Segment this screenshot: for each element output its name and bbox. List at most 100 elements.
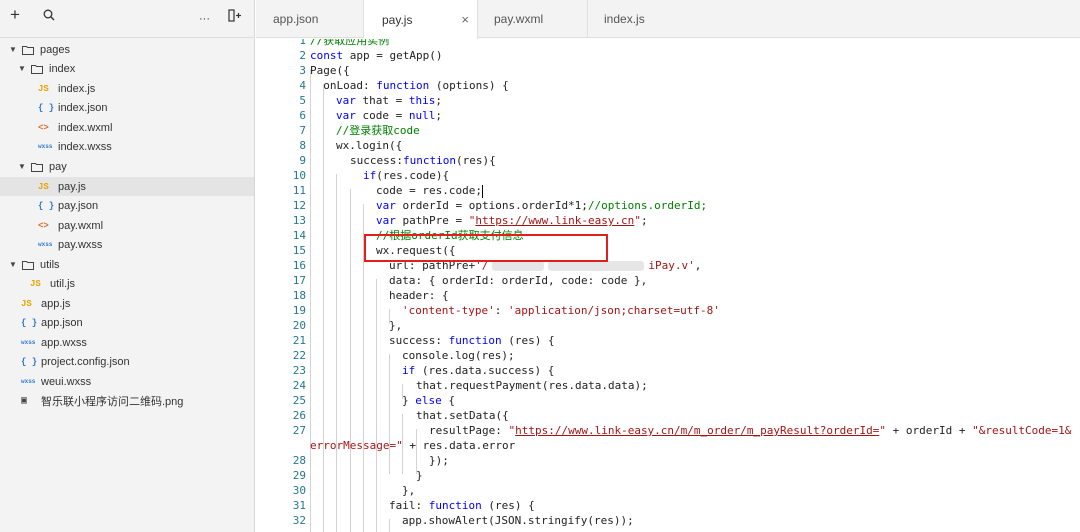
tree-file-pay-js[interactable]: JS pay.js [0,177,254,196]
tab-label: app.json [273,12,319,26]
code-token: code = [355,109,409,122]
tree-folder-utils[interactable]: ▼ utils [0,255,254,274]
tree-item-label: 智乐联小程序访问二维码.png [41,395,184,408]
code-token: ; [435,109,442,122]
code-token: header: { [389,289,449,302]
code-area[interactable]: //获取应用实例 const app = getApp() Page({ onL… [310,39,1080,532]
code-token: : [494,304,508,317]
tree-file-pay-wxss[interactable]: wxss pay.wxss [0,235,254,254]
close-icon[interactable]: × [461,12,469,27]
js-file-icon: JS [30,278,41,289]
tree-folder-pages[interactable]: ▼ pages [0,40,254,59]
code-token: //登录获取code [336,124,420,137]
code-line: success:function(res){ [350,153,496,168]
tree-file-util-js[interactable]: JS util.js [0,274,254,293]
folder-open-icon [22,260,34,270]
explorer-toolbar: + ··· [0,0,255,38]
tree-file-index-wxml[interactable]: <> index.wxml [0,118,254,137]
tree-file-index-js[interactable]: JS index.js [0,79,254,98]
tree-folder-pay[interactable]: ▼ pay [0,157,254,176]
tree-item-label: pay.json [58,199,99,212]
code-token: } [402,394,416,407]
tab-app-json[interactable]: app.json [256,0,364,38]
tree-file-qrcode-png[interactable]: ▣ 智乐联小程序访问二维码.png [0,391,254,410]
tab-pay-js[interactable]: pay.js × [364,0,478,39]
code-token: (res.code){ [376,169,450,182]
expand-arrow-icon[interactable]: ▼ [9,260,17,269]
tree-file-project-config-json[interactable]: { } project.config.json [0,352,254,371]
tree-file-weui-wxss[interactable]: wxss weui.wxss [0,372,254,391]
line-number: 26 [292,409,306,422]
code-token: var [336,94,356,107]
code-token: console.log(res); [402,349,515,362]
code-line: console.log(res); [402,348,515,363]
code-line: if (res.data.success) { [402,363,554,378]
code-line: } else { [402,393,455,408]
code-line: 'content-type': 'application/json;charse… [402,303,720,318]
code-line: onLoad: function (options) { [310,78,508,93]
line-number: 10 [292,169,306,182]
code-token: function [376,79,430,92]
line-number: 19 [292,304,306,317]
code-token: "&resultCode=1& [972,424,1072,437]
tab-pay-wxml[interactable]: pay.wxml [478,0,588,38]
line-number: 4 [299,79,306,92]
code-line: success: function (res) { [389,333,555,348]
code-token: " [634,214,641,227]
line-number: 12 [292,199,306,212]
code-token: //options.orderId; [587,199,708,212]
split-panel-icon[interactable] [228,8,242,26]
code-line-wrap: errorMessage=" + res.data.error [310,438,515,453]
search-icon[interactable] [43,7,55,25]
tree-file-index-json[interactable]: { } index.json [0,98,254,117]
tree-file-index-wxss[interactable]: wxss index.wxss [0,137,254,156]
code-token: + res.data.error [402,439,516,452]
tree-file-app-wxss[interactable]: wxss app.wxss [0,333,254,352]
code-line: }, [402,483,415,498]
code-token: app.showAlert(JSON.stringify(res)); [402,514,634,527]
code-line: var orderId = options.orderId*1;//option… [376,198,707,213]
tree-folder-index[interactable]: ▼ index [0,59,254,78]
tab-index-js[interactable]: index.js [588,0,698,38]
tree-item-label: app.json [41,316,83,329]
code-token: function [428,499,482,512]
code-token: }); [429,454,449,467]
code-token: + orderId + [885,424,973,437]
tree-file-app-json[interactable]: { } app.json [0,313,254,332]
annotation-highlight-box [364,234,608,262]
split-panel-glyph [228,9,241,22]
code-link[interactable]: https://www.link-easy.cn [475,214,634,227]
tree-item-label: index [49,62,76,75]
tab-label: pay.js [382,12,413,27]
tree-item-label: app.js [41,297,71,310]
code-token: that.requestPayment(res.data.data); [416,379,648,392]
line-number: 31 [292,499,306,512]
tree-file-pay-json[interactable]: { } pay.json [0,196,254,215]
code-token: app = getApp() [343,49,443,62]
code-token: orderId = options.orderId*1; [395,199,588,212]
line-number: 21 [292,334,306,347]
line-number: 20 [292,319,306,332]
code-token: { [441,394,455,407]
code-editor[interactable]: 1 2 3 4 5 6 7 8 9 10 11 12 13 14 15 16 17 18 19 20 21 22 23 24 2… [256,39,1080,532]
indent-guide [350,189,351,532]
add-file-icon[interactable]: + [10,6,20,24]
line-number: 7 [299,124,306,137]
code-token: code = res.code; [376,184,482,197]
editor-tab-bar: app.json pay.js × pay.wxml index.js [256,0,1080,39]
line-number: 23 [292,364,306,377]
tree-file-app-js[interactable]: JS app.js [0,294,254,313]
code-link[interactable]: https://www.link-easy.cn/m/m_order/m_pay… [515,424,879,437]
line-number: 5 [299,94,306,107]
wxss-file-icon: wxss [21,378,36,385]
expand-arrow-icon[interactable]: ▼ [18,162,26,171]
line-number: 17 [292,274,306,287]
tree-file-pay-wxml[interactable]: <> pay.wxml [0,216,254,235]
folder-open-icon [22,45,34,55]
more-options-icon[interactable]: ··· [199,10,210,28]
indent-guide [310,69,311,532]
json-file-icon: { } [21,317,38,328]
code-token: ; [435,94,442,107]
expand-arrow-icon[interactable]: ▼ [9,45,17,54]
expand-arrow-icon[interactable]: ▼ [18,64,26,73]
